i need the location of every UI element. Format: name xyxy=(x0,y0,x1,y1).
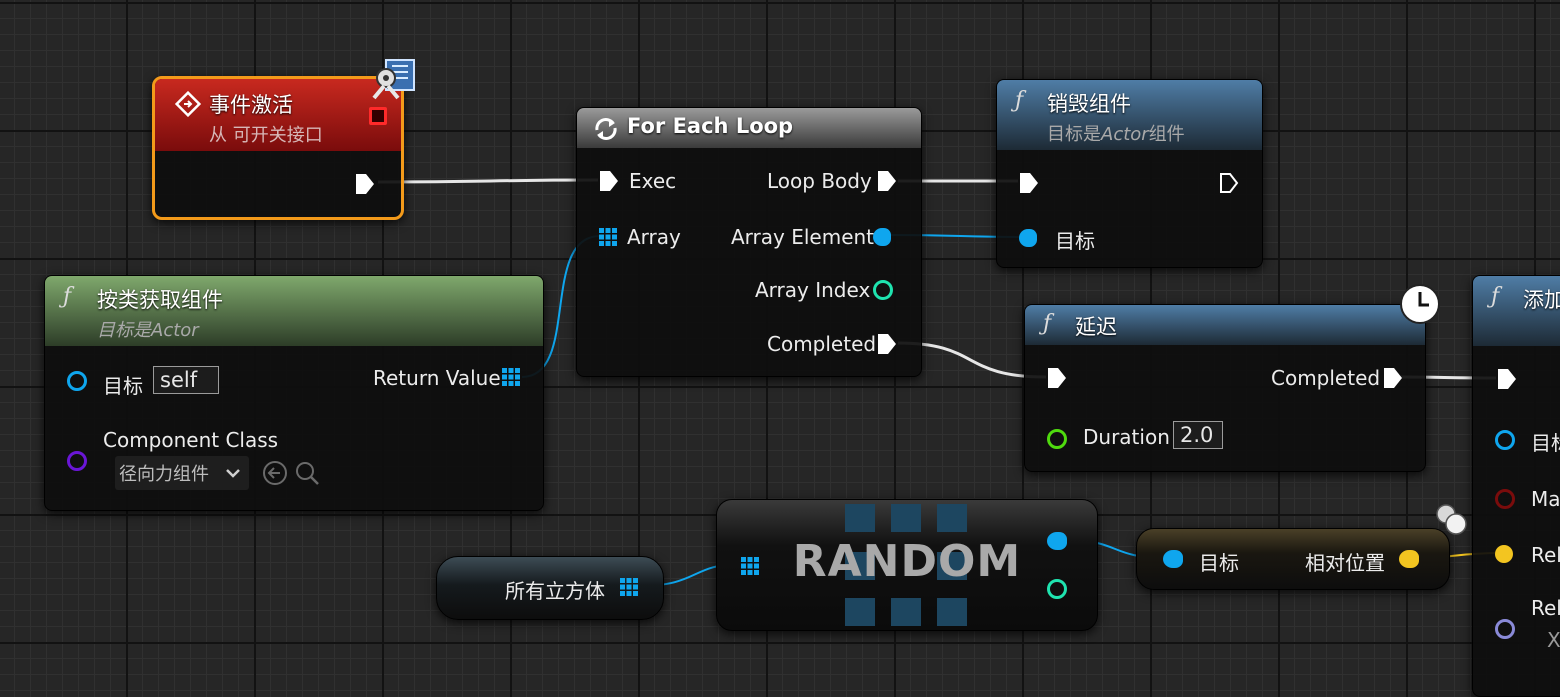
random-array-in-pin[interactable] xyxy=(741,557,759,575)
array-in-label: Array xyxy=(627,225,681,249)
pure-function-orbs-icon xyxy=(1436,504,1467,535)
latent-clock-icon xyxy=(1400,284,1440,324)
event-exec-out-pin[interactable] xyxy=(355,173,375,195)
subtitle-suffix: 组件 xyxy=(1148,124,1185,145)
add-relative-transform-pin[interactable] xyxy=(1495,545,1513,563)
add-target-label: 目标 xyxy=(1531,431,1560,455)
random-index-out-pin[interactable] xyxy=(1047,579,1067,599)
rel-target-pin[interactable] xyxy=(1163,550,1183,568)
array-index-label: Array Index xyxy=(755,278,871,302)
add-manual-label: Ma xyxy=(1531,487,1560,511)
add-relative-2-sub: X xyxy=(1547,628,1560,652)
function-icon: ƒ xyxy=(1043,311,1052,336)
for-each-loop-node[interactable]: For Each Loop Exec Array Loop Body Array… xyxy=(576,107,922,377)
delegate-pin-icon[interactable] xyxy=(369,107,387,125)
destroy-target-pin[interactable] xyxy=(1019,229,1037,247)
all-cubes-label: 所有立方体 xyxy=(505,579,605,603)
destroy-component-node[interactable]: ƒ 销毁组件 目标是Actor组件 目标 xyxy=(996,79,1263,268)
duration-pin[interactable] xyxy=(1047,429,1067,449)
interface-event-icon xyxy=(372,59,415,100)
add-exec-in-pin[interactable] xyxy=(1497,368,1517,390)
add-manual-pin[interactable] xyxy=(1495,489,1515,509)
get-components-by-class-node[interactable]: ƒ 按类获取组件 目标是Actor 目标 self Component Clas… xyxy=(44,275,544,511)
component-class-value: 径向力组件 xyxy=(119,464,209,485)
delay-node-title: 延迟 xyxy=(1075,315,1117,339)
loop-macro-icon xyxy=(595,118,617,140)
array-in-pin[interactable] xyxy=(599,228,617,246)
all-cubes-variable-node[interactable]: 所有立方体 xyxy=(436,556,664,620)
function-icon: ƒ xyxy=(63,284,72,309)
delay-completed-label: Completed xyxy=(1271,366,1381,390)
all-cubes-array-pin[interactable] xyxy=(620,578,638,596)
event-node-title: 事件激活 xyxy=(209,93,293,117)
browse-search-icon[interactable] xyxy=(293,459,321,487)
event-node-subtitle: 从 可开关接口 xyxy=(209,125,323,146)
duration-label: Duration xyxy=(1083,425,1170,449)
component-class-pin[interactable] xyxy=(67,451,87,471)
add-target-pin[interactable] xyxy=(1495,430,1515,450)
add-relative-2-pin[interactable] xyxy=(1495,619,1515,639)
array-element-pin[interactable] xyxy=(873,228,891,246)
return-value-label: Return Value xyxy=(373,366,501,390)
random-object-out-pin[interactable] xyxy=(1047,532,1067,550)
destroy-exec-out-pin[interactable] xyxy=(1219,172,1239,194)
target-pin[interactable] xyxy=(67,371,87,391)
destroy-exec-in-pin[interactable] xyxy=(1019,172,1039,194)
component-class-label: Component Class xyxy=(103,428,279,452)
delay-node[interactable]: ƒ 延迟 Completed Duration 2.0 xyxy=(1024,304,1426,472)
exec-in-label: Exec xyxy=(629,169,677,193)
function-icon: ƒ xyxy=(1491,284,1500,309)
loop-body-label: Loop Body xyxy=(767,169,872,193)
subtitle-prefix: 目标是 xyxy=(1047,124,1101,145)
component-class-dropdown[interactable]: 径向力组件 xyxy=(115,456,249,490)
function-icon: ƒ xyxy=(1015,88,1024,113)
event-diamond-icon xyxy=(175,91,201,117)
subtitle-italic: Actor xyxy=(1101,124,1149,145)
exec-wire-event-to-foreach[interactable] xyxy=(377,178,599,184)
random-array-item-node[interactable]: RANDOM xyxy=(716,499,1098,631)
relative-location-label: 相对位置 xyxy=(1305,551,1385,575)
return-value-array-pin[interactable] xyxy=(502,368,520,386)
completed-label: Completed xyxy=(767,332,877,356)
array-index-pin[interactable] xyxy=(873,280,893,300)
get-components-title: 按类获取组件 xyxy=(97,288,223,312)
rel-target-label: 目标 xyxy=(1199,551,1239,575)
relative-location-out-pin[interactable] xyxy=(1399,550,1419,568)
exec-in-pin[interactable] xyxy=(599,170,619,192)
use-selected-asset-icon[interactable] xyxy=(261,459,289,487)
add-relative-label: Rel xyxy=(1531,543,1560,567)
random-label: RANDOM xyxy=(792,536,1022,587)
get-relative-location-node[interactable]: 目标 相对位置 xyxy=(1136,528,1450,590)
delay-completed-out-pin[interactable] xyxy=(1383,367,1403,389)
add-node-title: 添加 xyxy=(1523,288,1560,312)
add-component-node[interactable]: ƒ 添加 目标 Ma Rel Rel X xyxy=(1472,275,1560,697)
destroy-component-subtitle: 目标是Actor组件 xyxy=(1047,120,1185,146)
duration-input[interactable]: 2.0 xyxy=(1173,421,1223,449)
delay-exec-in-pin[interactable] xyxy=(1047,367,1067,389)
chevron-down-icon xyxy=(226,469,240,478)
completed-out-pin[interactable] xyxy=(877,333,897,355)
event-node[interactable]: 事件激活 从 可开关接口 xyxy=(152,76,404,220)
array-element-label: Array Element xyxy=(731,225,875,249)
get-components-subtitle: 目标是Actor xyxy=(97,320,199,341)
target-pin-label: 目标 xyxy=(103,374,143,398)
loop-body-out-pin[interactable] xyxy=(877,170,897,192)
destroy-component-title: 销毁组件 xyxy=(1047,92,1131,116)
target-self-input[interactable]: self xyxy=(153,366,219,394)
destroy-target-label: 目标 xyxy=(1055,229,1095,253)
add-relative-2-label: Rel xyxy=(1531,596,1560,620)
for-each-loop-title: For Each Loop xyxy=(627,114,794,138)
